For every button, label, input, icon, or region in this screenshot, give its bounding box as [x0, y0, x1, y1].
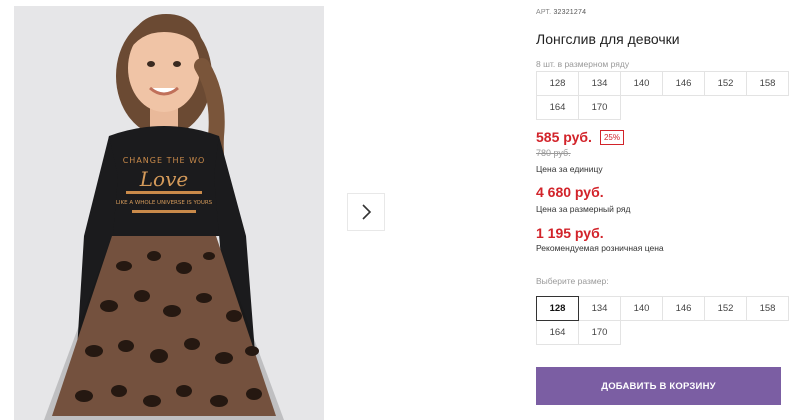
rrp-price-label: Рекомендуемая розничная цена [536, 243, 664, 253]
rrp-price: 1 195 руб. [536, 225, 604, 241]
unit-price-label: Цена за единицу [536, 164, 603, 174]
size-option-164[interactable]: 164 [536, 320, 579, 345]
print-line-1: CHANGE THE WO [123, 156, 206, 165]
size-option-170[interactable]: 170 [578, 320, 621, 345]
size-selector: 128 134 140 146 152 158 164 170 [536, 296, 789, 345]
size-option-140[interactable]: 140 [620, 296, 663, 321]
pack-size-cell: 140 [620, 71, 663, 96]
product-title: Лонгслив для девочки [536, 31, 680, 47]
pack-size-cell: 152 [704, 71, 747, 96]
size-option-134[interactable]: 134 [578, 296, 621, 321]
print-line-3: LIKE A WHOLE UNIVERSE IS YOURS [116, 200, 213, 206]
choose-size-label: Выберите размер: [536, 276, 609, 286]
size-option-152[interactable]: 152 [704, 296, 747, 321]
gallery-next-button[interactable] [347, 193, 385, 231]
print-line-2: Love [139, 167, 188, 191]
size-option-158[interactable]: 158 [746, 296, 789, 321]
product-sku: АРТ. 32321274 [536, 9, 586, 16]
pack-size-cell: 170 [578, 95, 621, 120]
size-option-128[interactable]: 128 [536, 296, 579, 321]
pack-label: 8 шт. в размерном ряду [536, 59, 630, 69]
chevron-right-icon [362, 204, 372, 220]
pack-size-cell: 158 [746, 71, 789, 96]
sku-label: АРТ. [536, 9, 552, 16]
add-to-cart-button[interactable]: ДОБАВИТЬ В КОРЗИНУ [536, 367, 781, 405]
pack-size-cell: 146 [662, 71, 705, 96]
old-price: 780 руб. [536, 148, 571, 158]
pack-size-cell: 128 [536, 71, 579, 96]
unit-price-row: 585 руб. 25% [536, 129, 624, 145]
discount-badge: 25% [599, 129, 624, 145]
pack-size-cell: 164 [536, 95, 579, 120]
pack-price-label: Цена за размерный ряд [536, 204, 631, 214]
pack-size-grid: 128 134 140 146 152 158 164 170 [536, 71, 789, 120]
product-gallery: CHANGE THE WO Love LIKE A WHOLE UNIVERSE… [14, 6, 324, 420]
pack-price: 4 680 руб. [536, 184, 604, 200]
size-option-146[interactable]: 146 [662, 296, 705, 321]
unit-price: 585 руб. [536, 129, 592, 145]
pack-size-cell: 134 [578, 71, 621, 96]
sku-number: 32321274 [553, 9, 587, 16]
